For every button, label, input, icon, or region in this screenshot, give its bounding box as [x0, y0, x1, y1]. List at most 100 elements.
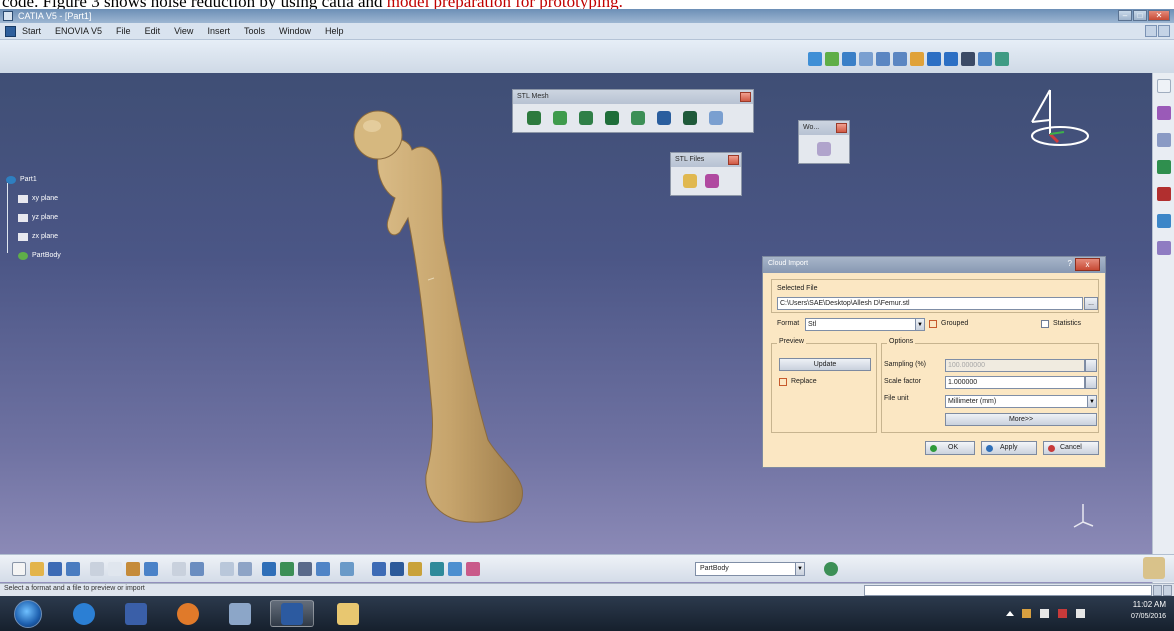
volume-icon[interactable] [1076, 609, 1085, 618]
doc-restore-button[interactable] [1158, 25, 1170, 37]
fly-mode-icon[interactable] [808, 52, 822, 66]
select-arrow-icon[interactable] [1156, 79, 1171, 93]
internet-explorer-taskbar-button[interactable] [62, 600, 106, 627]
menu-help[interactable]: Help [325, 23, 344, 40]
cut-icon[interactable] [90, 562, 104, 576]
mesh-decimation-icon[interactable] [605, 111, 619, 125]
wireframe-icon[interactable] [448, 562, 462, 576]
tree-item-partbody[interactable]: PartBody [6, 246, 61, 265]
menu-start[interactable]: Start [22, 23, 41, 40]
femur-mesh[interactable] [340, 80, 540, 530]
menu-window[interactable]: Window [279, 23, 311, 40]
dialog-close-button[interactable]: x [1075, 258, 1100, 271]
trim-icon[interactable] [709, 111, 723, 125]
grouped-checkbox[interactable] [929, 320, 937, 328]
redo-icon[interactable] [172, 562, 186, 576]
show-hidden-icons-icon[interactable] [1006, 611, 1014, 616]
hide-show-icon[interactable] [961, 52, 975, 66]
knowledge-icon[interactable] [238, 562, 252, 576]
catia-taskbar-button[interactable] [270, 600, 314, 627]
close-icon[interactable] [740, 92, 751, 102]
minimize-button[interactable]: – [1118, 10, 1132, 21]
network-icon[interactable] [1022, 609, 1031, 618]
flag-icon[interactable] [1040, 609, 1049, 618]
firefox-taskbar-button[interactable] [166, 600, 210, 627]
close-icon[interactable] [836, 123, 847, 133]
clock-date[interactable]: 07/05/2016 [1131, 613, 1166, 620]
copy-icon[interactable] [108, 562, 122, 576]
link-icon[interactable] [430, 562, 444, 576]
open-folder-icon[interactable] [30, 562, 44, 576]
format-select[interactable]: Stl ▼ [805, 318, 925, 331]
mesh-cleaner-icon[interactable] [1156, 214, 1171, 228]
tree-item-zx-plane[interactable]: zx plane [6, 227, 61, 246]
doc-minimize-button[interactable] [1145, 25, 1157, 37]
quick-view-icon[interactable] [927, 52, 941, 66]
cancel-button[interactable]: Cancel [1043, 441, 1099, 455]
scale-factor-field[interactable]: 1.000000 [945, 376, 1085, 389]
file-unit-select[interactable]: Millimeter (mm) ▼ [945, 395, 1097, 408]
measure-icon[interactable] [390, 562, 404, 576]
ok-button[interactable]: OK [925, 441, 975, 455]
compass-icon[interactable] [1010, 82, 1090, 162]
apply-button[interactable]: Apply [981, 441, 1037, 455]
fit-all-icon[interactable] [825, 52, 839, 66]
undo-icon[interactable] [144, 562, 158, 576]
curve-icon[interactable] [1156, 241, 1171, 255]
update-button[interactable]: Update [779, 358, 871, 371]
part-body-select[interactable]: PartBody ▼ [695, 562, 805, 576]
optimize-icon[interactable] [631, 111, 645, 125]
hole-filling-icon[interactable] [553, 111, 567, 125]
replace-checkbox[interactable] [779, 378, 787, 386]
mesh-cleaner-icon[interactable] [527, 111, 541, 125]
windows-start-button[interactable] [14, 600, 42, 628]
analysis-icon[interactable] [340, 562, 354, 576]
status-button-1[interactable] [1153, 585, 1162, 596]
menu-file[interactable]: File [116, 23, 131, 40]
merge-icon[interactable] [683, 111, 697, 125]
export-icon[interactable] [705, 174, 719, 188]
geometric-set-icon[interactable] [466, 562, 480, 576]
activate-mesh-icon[interactable] [1156, 160, 1171, 174]
paste-icon[interactable] [126, 562, 140, 576]
power-input-field[interactable] [864, 585, 1152, 596]
formula-icon[interactable] [220, 562, 234, 576]
tree-root[interactable]: Part1 [6, 170, 61, 189]
menu-tools[interactable]: Tools [244, 23, 265, 40]
explorer-taskbar-button[interactable] [326, 600, 370, 627]
statistics-checkbox[interactable] [1041, 320, 1049, 328]
swap-space-icon[interactable] [978, 52, 992, 66]
zoom-out-icon[interactable] [893, 52, 907, 66]
view-mode-icon[interactable] [944, 52, 958, 66]
pocket-icon[interactable] [316, 562, 330, 576]
update-part-icon[interactable] [824, 562, 838, 576]
sketcher-icon[interactable] [1156, 106, 1171, 120]
bottle-icon[interactable] [408, 562, 422, 576]
whats-this-icon[interactable] [190, 562, 204, 576]
sketch-icon[interactable] [280, 562, 294, 576]
sampling-field[interactable]: 100.000000 [945, 359, 1085, 372]
browse-button[interactable]: ... [1084, 297, 1098, 310]
menu-insert[interactable]: Insert [207, 23, 230, 40]
import-icon[interactable] [683, 174, 697, 188]
close-icon[interactable] [728, 155, 739, 165]
app-taskbar-button[interactable] [218, 600, 262, 627]
tree-item-xy-plane[interactable]: xy plane [6, 189, 61, 208]
normal-view-icon[interactable] [910, 52, 924, 66]
layer-icon[interactable] [995, 52, 1009, 66]
status-button-2[interactable] [1163, 585, 1172, 596]
more-button[interactable]: More>> [945, 413, 1097, 426]
print-icon[interactable] [66, 562, 80, 576]
catalog-icon[interactable] [262, 562, 276, 576]
sampling-stepper[interactable] [1085, 359, 1097, 372]
help-button[interactable]: ? [1068, 259, 1072, 268]
offset-icon[interactable] [1156, 187, 1171, 201]
clock-time[interactable]: 11:02 AM [1133, 600, 1166, 609]
workbench-icon[interactable] [817, 142, 831, 156]
menu-edit[interactable]: Edit [145, 23, 161, 40]
zoom-in-icon[interactable] [876, 52, 890, 66]
maximize-button[interactable]: □ [1133, 10, 1147, 21]
pan-icon[interactable] [842, 52, 856, 66]
tree-item-yz-plane[interactable]: yz plane [6, 208, 61, 227]
mesh-smoothing-icon[interactable] [579, 111, 593, 125]
